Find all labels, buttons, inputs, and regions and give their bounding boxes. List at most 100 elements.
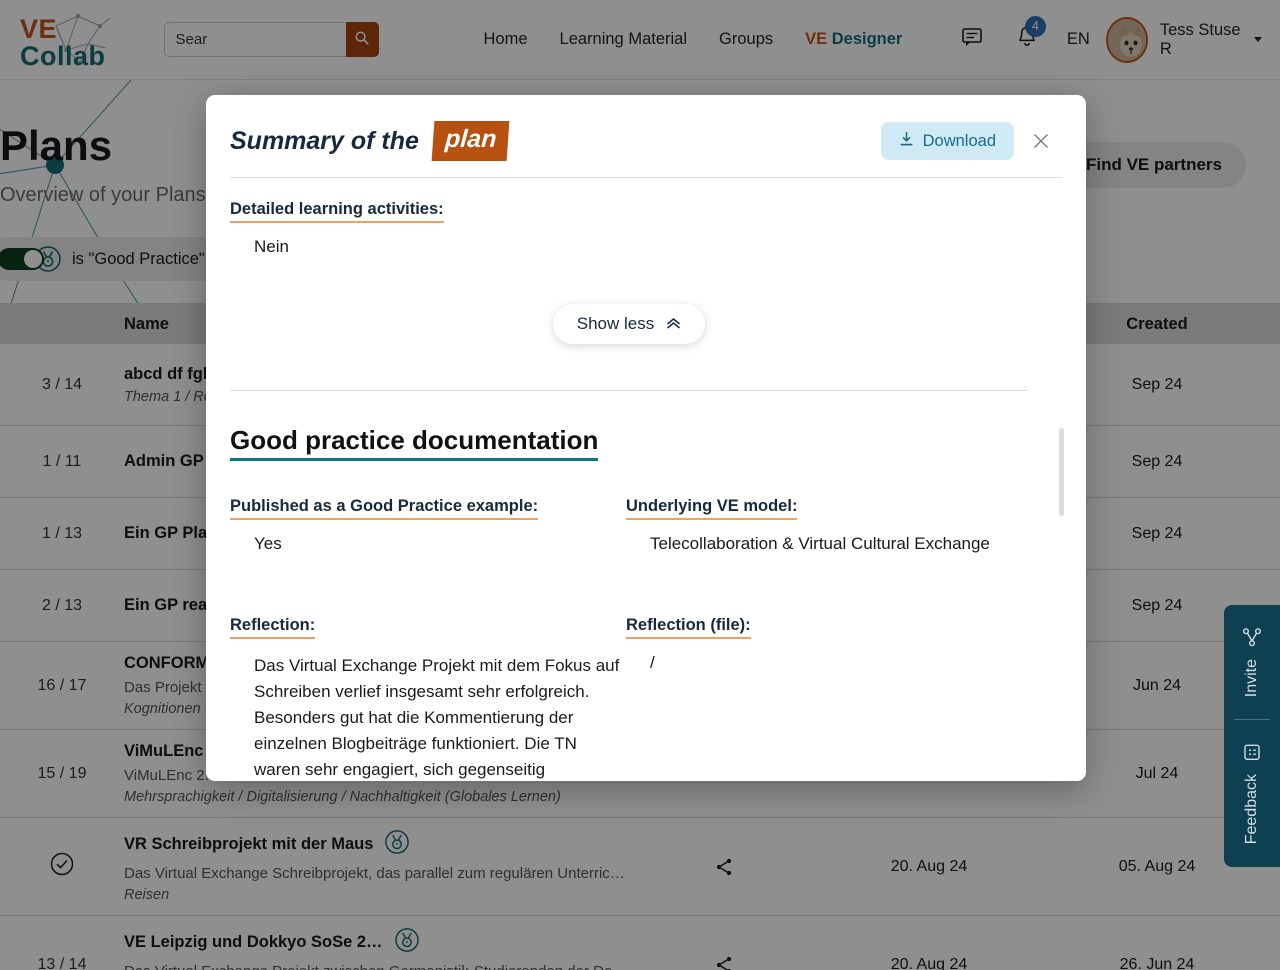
good-practice-row-2: Reflection: Das Virtual Exchange Projekt… — [230, 616, 1028, 781]
medal-icon — [394, 928, 419, 957]
reflection-file-label: Reflection (file): — [626, 616, 751, 640]
app-root: Plans Overview of your Plans Find VE par… — [0, 0, 1280, 970]
row-plan-title: Admin GP — [124, 452, 204, 470]
nav-item-ve-designer[interactable]: VE Designer — [805, 30, 902, 49]
plan-summary-modal: Summary of the plan Download Detailed le… — [206, 95, 1086, 781]
row-progress: 15 / 19 — [37, 764, 87, 782]
right-rail: Invite Feedback — [1224, 605, 1280, 867]
field-detailed-activities: Detailed learning activities: Nein — [230, 200, 1028, 260]
avatar[interactable] — [1105, 16, 1148, 63]
good-practice-section: Good practice documentation Published as… — [230, 425, 1028, 781]
good-practice-toggle[interactable] — [0, 248, 44, 270]
field-reflection: Reflection: Das Virtual Exchange Projekt… — [230, 616, 626, 781]
ve-model-label: Underlying VE model: — [626, 497, 798, 520]
row-modified-date: 20. Aug 24 — [890, 857, 968, 875]
reflection-value: Das Virtual Exchange Projekt mit dem Fok… — [254, 656, 620, 779]
share-nodes-icon — [1242, 627, 1262, 647]
row-plan-title: Ein GP read — [124, 596, 218, 614]
logo-ve: VE — [20, 13, 58, 44]
feedback-tab[interactable]: Feedback — [1224, 720, 1280, 866]
good-practice-filter-label: is "Good Practice" — [72, 249, 205, 268]
field-published: Published as a Good Practice example: Ye… — [230, 497, 626, 557]
row-plan-title: Ein GP Plan — [124, 524, 218, 542]
modal-scroll-area[interactable]: Detailed learning activities: Nein Show … — [230, 178, 1062, 781]
field-ve-model: Underlying VE model: Telecollaboration &… — [626, 497, 1028, 557]
row-topic: Mehrsprachigkeit / Digitalisierung / Nac… — [124, 789, 561, 805]
row-plan-title: CONFORM — [124, 654, 210, 672]
logo-text: VE Collab — [20, 13, 106, 72]
vecollab-logo[interactable]: VE Collab — [18, 10, 122, 70]
row-progress: 1 / 11 — [42, 452, 82, 470]
row-name-cell: VE Leipzig und Dokkyo SoSe 2… Das Virtual… — [124, 916, 624, 970]
search-icon — [354, 30, 370, 49]
reflection-label: Reflection: — [230, 616, 316, 640]
table-row[interactable]: 13 / 14 VE Leipzig und Dokkyo SoSe 2… Das … — [0, 916, 1280, 970]
row-topic: Reisen — [124, 887, 170, 903]
reflection-file-value: / — [650, 653, 655, 673]
user-name[interactable]: Tess Stuse R — [1160, 21, 1248, 59]
modal-header-actions: Download — [880, 122, 1054, 160]
modal-body: Detailed learning activities: Nein Show … — [206, 178, 1086, 781]
chevron-down-icon[interactable] — [1254, 37, 1263, 42]
published-label: Published as a Good Practice example: — [230, 497, 539, 520]
page-subtitle: Overview of your Plans — [0, 184, 206, 206]
row-progress — [0, 851, 124, 882]
table-row[interactable]: VR Schreibprojekt mit der Maus Das Virtua… — [0, 818, 1280, 916]
find-partners-label: Find VE partners — [1085, 155, 1222, 174]
feedback-form-icon — [1242, 742, 1262, 762]
download-icon — [899, 131, 914, 152]
notification-badge: 4 — [1024, 15, 1046, 37]
row-progress: 3 / 14 — [41, 375, 83, 393]
modal-scrollbar-thumb[interactable] — [1059, 428, 1064, 516]
nav-item-home[interactable]: Home — [484, 30, 528, 49]
detailed-activities-label: Detailed learning activities: — [230, 200, 444, 223]
download-button[interactable]: Download — [880, 122, 1014, 160]
modal-title-tag: plan — [431, 121, 510, 161]
row-name-cell: VR Schreibprojekt mit der Maus Das Virtua… — [124, 818, 624, 915]
nav-item-learning-material[interactable]: Learning Material — [560, 30, 688, 49]
ve-model-value: Telecollaboration & Virtual Cultural Exc… — [650, 533, 990, 553]
row-plan-title: abcd df fgh — [124, 364, 213, 383]
show-less-label: Show less — [576, 313, 655, 333]
row-created-date: 26. Jun 24 — [1119, 955, 1195, 970]
row-plan-title: VE Leipzig und Dokkyo SoSe 2… — [124, 933, 383, 951]
nav-ve-suffix: Designer — [831, 30, 903, 48]
close-icon[interactable] — [1028, 128, 1054, 154]
modal-title: Summary of the plan — [230, 121, 510, 161]
published-value: Yes — [254, 533, 282, 553]
medal-icon — [385, 830, 410, 859]
notifications-button[interactable]: 4 — [1009, 15, 1046, 60]
row-share-button[interactable] — [624, 955, 824, 970]
search-bar — [163, 22, 379, 57]
rail-invite-label: Invite — [1243, 659, 1260, 698]
row-description: Das Virtual Exchange Schreibprojekt, das… — [124, 865, 624, 882]
row-share-button[interactable] — [624, 857, 824, 877]
field-reflection-file: Reflection (file): / — [626, 616, 1028, 781]
logo-collab: Collab — [20, 41, 106, 72]
row-plan-title: VR Schreibprojekt mit der Maus — [124, 835, 374, 853]
row-progress: 16 / 17 — [37, 676, 87, 694]
good-practice-filter[interactable]: is "Good Practice" — [0, 237, 225, 281]
app-header: VE Collab Home Learning Material Groups … — [0, 0, 1280, 80]
language-selector[interactable]: EN — [1067, 30, 1090, 49]
invite-tab[interactable]: Invite — [1224, 605, 1280, 719]
search-button[interactable] — [345, 22, 379, 57]
row-description: Das Virtual Exchange Projekt zwischen Ge… — [124, 963, 624, 970]
nav-ve-prefix: VE — [805, 30, 828, 48]
good-practice-row-1: Published as a Good Practice example: Ye… — [230, 497, 1028, 557]
chat-button[interactable] — [954, 20, 990, 60]
search-input[interactable] — [163, 22, 346, 57]
row-progress: 1 / 13 — [41, 524, 83, 542]
row-progress: 13 / 14 — [37, 955, 87, 970]
page-title: Plans — [0, 122, 113, 169]
nav-item-groups[interactable]: Groups — [719, 30, 773, 49]
row-plan-name[interactable]: VE Leipzig und Dokkyo SoSe 2… — [124, 928, 624, 957]
rail-feedback-label: Feedback — [1243, 774, 1260, 845]
section-divider — [230, 389, 1028, 391]
download-label: Download — [922, 131, 996, 150]
show-less-wrapper: Show less — [230, 303, 1028, 344]
modal-title-text: Summary of the — [230, 126, 419, 155]
detailed-activities-value: Nein — [254, 237, 289, 256]
show-less-button[interactable]: Show less — [552, 303, 706, 344]
row-plan-name[interactable]: VR Schreibprojekt mit der Maus — [124, 830, 624, 859]
